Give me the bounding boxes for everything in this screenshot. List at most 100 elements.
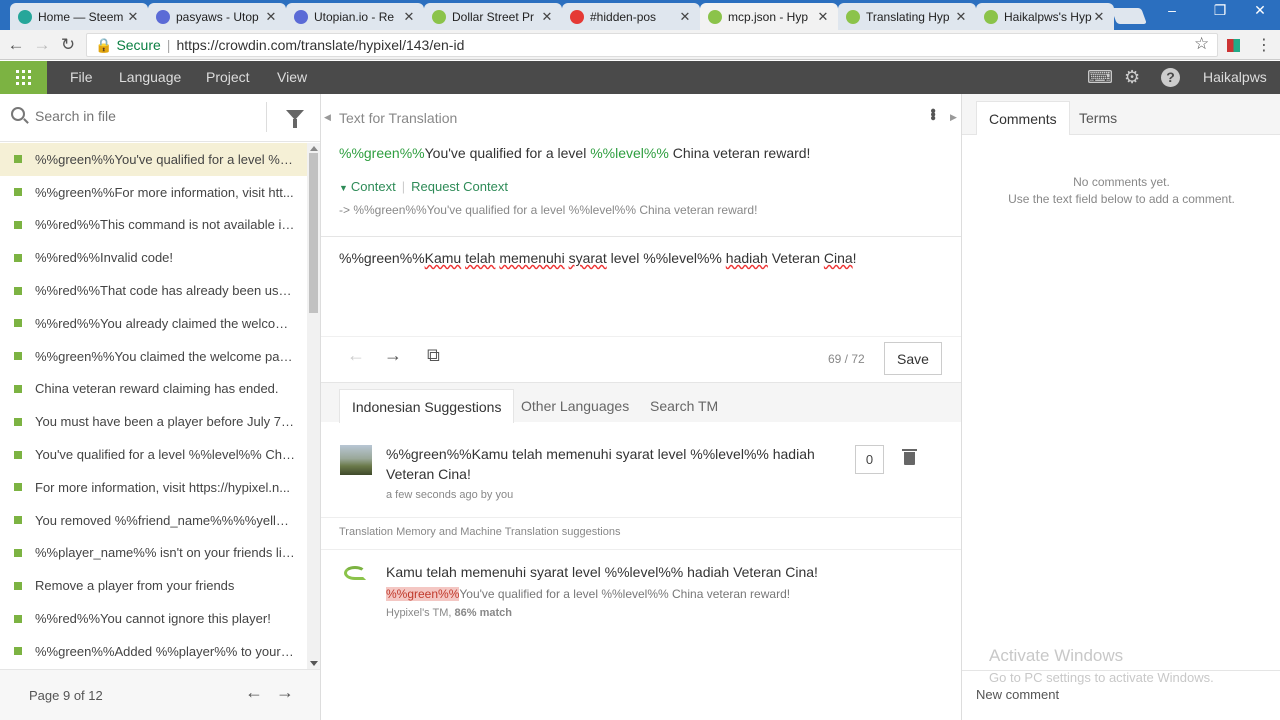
suggestion-text[interactable]: %%green%%Kamu telah memenuhi syarat leve… bbox=[386, 444, 816, 484]
translation-input[interactable]: %%green%%Kamu telah memenuhi syarat leve… bbox=[339, 250, 857, 266]
scroll-down-icon[interactable] bbox=[310, 661, 318, 666]
tab-other-languages[interactable]: Other Languages bbox=[509, 389, 641, 423]
tab-indonesian-suggestions[interactable]: Indonesian Suggestions bbox=[339, 389, 515, 423]
prev-page-icon[interactable]: ← bbox=[245, 682, 263, 703]
copy-source-icon[interactable]: ⧉ bbox=[427, 345, 440, 366]
vote-count[interactable]: 0 bbox=[855, 445, 884, 474]
list-item[interactable]: You've qualified for a level %%level%% C… bbox=[0, 438, 307, 471]
crowdin-favicon-icon bbox=[432, 9, 446, 24]
translated-status-icon bbox=[14, 483, 22, 492]
url-field[interactable]: 🔒 Secure | https://crowdin.com/translate/hy… bbox=[86, 33, 1218, 57]
tab-title: Home — Steem bbox=[38, 9, 124, 24]
close-tab-icon[interactable]: ✕ bbox=[678, 9, 692, 25]
gear-icon[interactable]: ⚙ bbox=[1124, 67, 1140, 88]
close-tab-icon[interactable]: ✕ bbox=[126, 9, 140, 25]
list-item[interactable]: %%red%%You already claimed the welcom... bbox=[0, 307, 307, 340]
next-string-icon[interactable]: → bbox=[384, 345, 402, 366]
browser-tab-active[interactable]: mcp.json - Hyp ✕ bbox=[700, 3, 838, 30]
minimize-icon[interactable]: – bbox=[1158, 0, 1186, 22]
menu-view[interactable]: View bbox=[277, 61, 307, 94]
list-item[interactable]: Remove a player from your friends bbox=[0, 569, 307, 602]
scroll-thumb[interactable] bbox=[309, 153, 318, 313]
browser-tab[interactable]: Haikalpws's Hyp ✕ bbox=[976, 3, 1114, 30]
string-list: %%green%%You've qualified for a level %%… bbox=[0, 143, 307, 669]
restore-icon[interactable]: ❐ bbox=[1206, 0, 1234, 22]
context-row: ▼ Context | Request Context bbox=[339, 179, 508, 194]
list-item[interactable]: You removed %%friend_name%%%%yellow... bbox=[0, 504, 307, 537]
forward-icon[interactable]: → bbox=[31, 34, 53, 56]
request-context-link[interactable]: Request Context bbox=[411, 179, 508, 194]
list-item[interactable]: %%red%%You cannot ignore this player! bbox=[0, 602, 307, 635]
browser-tab[interactable]: Home — Steem ✕ bbox=[10, 3, 148, 30]
tm-suggestion-text[interactable]: Kamu telah memenuhi syarat level %%level… bbox=[386, 564, 818, 580]
bookmark-star-icon[interactable]: ☆ bbox=[1194, 34, 1209, 54]
close-tab-icon[interactable]: ✕ bbox=[402, 9, 416, 25]
more-options-icon[interactable]: ••• bbox=[923, 108, 941, 119]
list-item[interactable]: China veteran reward claiming has ended. bbox=[0, 373, 307, 406]
next-page-icon[interactable]: → bbox=[276, 682, 294, 703]
apps-grid-button[interactable] bbox=[0, 61, 47, 94]
close-tab-icon[interactable]: ✕ bbox=[540, 9, 554, 25]
menu-project[interactable]: Project bbox=[206, 61, 250, 94]
keyboard-icon[interactable]: ⌨ bbox=[1087, 67, 1113, 88]
list-item[interactable]: %%green%%Added %%player%% to your ig... bbox=[0, 635, 307, 668]
browser-tab[interactable]: Utopian.io - Re ✕ bbox=[286, 3, 424, 30]
translated-status-icon bbox=[14, 253, 22, 262]
list-item[interactable]: %%green%%You've qualified for a level %%… bbox=[0, 143, 307, 176]
tab-terms[interactable]: Terms bbox=[1067, 101, 1129, 135]
close-tab-icon[interactable]: ✕ bbox=[1092, 9, 1106, 25]
translated-status-icon bbox=[14, 286, 22, 295]
back-icon[interactable]: ← bbox=[5, 34, 27, 56]
collapse-left-icon[interactable]: ◀ bbox=[324, 112, 331, 123]
translation-fragment: syarat bbox=[568, 250, 607, 266]
close-tab-icon[interactable]: ✕ bbox=[954, 9, 968, 25]
lock-icon: 🔒 bbox=[95, 37, 113, 53]
translation-fragment: hadiah bbox=[725, 250, 768, 266]
scroll-up-icon[interactable] bbox=[310, 146, 318, 151]
list-item[interactable]: %%green%%You claimed the welcome pack... bbox=[0, 340, 307, 373]
trash-icon[interactable] bbox=[902, 449, 917, 465]
list-scrollbar[interactable] bbox=[307, 143, 320, 669]
list-item[interactable]: You must have been a player before July … bbox=[0, 405, 307, 438]
search-input[interactable] bbox=[35, 108, 255, 124]
utopian-favicon-icon bbox=[294, 9, 308, 24]
save-button[interactable]: Save bbox=[884, 342, 942, 375]
extension-icon[interactable] bbox=[1227, 39, 1240, 52]
crowdin-favicon-icon bbox=[984, 9, 998, 24]
chrome-menu-icon[interactable]: ⋮ bbox=[1256, 35, 1272, 55]
close-tab-icon[interactable]: ✕ bbox=[264, 9, 278, 25]
close-window-icon[interactable]: ✕ bbox=[1242, 0, 1278, 22]
list-item[interactable]: %%player_name%% isn't on your friends li… bbox=[0, 537, 307, 570]
menu-language[interactable]: Language bbox=[119, 61, 181, 94]
context-toggle[interactable]: ▼ Context bbox=[339, 179, 396, 194]
tab-comments[interactable]: Comments bbox=[976, 101, 1070, 135]
filter-icon[interactable] bbox=[286, 110, 304, 128]
browser-tab[interactable]: pasyaws - Utop ✕ bbox=[148, 3, 286, 30]
list-item[interactable]: %%red%%This command is not available in … bbox=[0, 209, 307, 242]
translated-status-icon bbox=[14, 450, 22, 459]
new-comment-placeholder: New comment bbox=[976, 687, 1060, 702]
new-comment-field[interactable]: New comment bbox=[962, 670, 1280, 720]
browser-tab[interactable]: Dollar Street Pr ✕ bbox=[424, 3, 562, 30]
help-icon[interactable]: ? bbox=[1161, 68, 1180, 87]
list-item[interactable]: %%red%%That code has already been used! bbox=[0, 274, 307, 307]
previous-string-icon[interactable]: ← bbox=[347, 345, 365, 366]
reload-icon[interactable]: ↻ bbox=[57, 34, 79, 56]
list-item[interactable]: For more information, visit https://hypi… bbox=[0, 471, 307, 504]
list-item[interactable]: %%green%%For more information, visit htt… bbox=[0, 176, 307, 209]
activate-windows-watermark: Activate Windows bbox=[989, 646, 1124, 665]
translation-fragment: ! bbox=[852, 250, 857, 266]
browser-tab[interactable]: #hidden-pos ✕ bbox=[562, 3, 700, 30]
list-item[interactable]: %%red%%Invalid code! bbox=[0, 241, 307, 274]
pagination: Page 9 of 12 ← → bbox=[0, 669, 320, 720]
translated-status-icon bbox=[14, 220, 22, 229]
comments-hint: Use the text field below to add a commen… bbox=[1008, 192, 1235, 206]
menu-file[interactable]: File bbox=[70, 61, 93, 94]
new-tab-button[interactable] bbox=[1111, 8, 1147, 24]
close-tab-icon[interactable]: ✕ bbox=[816, 9, 830, 25]
username-menu[interactable]: Haikalpws bbox=[1203, 61, 1267, 94]
tab-title: Haikalpws's Hyp bbox=[1004, 9, 1092, 24]
browser-tab[interactable]: Translating Hyp ✕ bbox=[838, 3, 976, 30]
tab-search-tm[interactable]: Search TM bbox=[638, 389, 730, 423]
collapse-right-icon[interactable]: ▶ bbox=[950, 112, 957, 123]
